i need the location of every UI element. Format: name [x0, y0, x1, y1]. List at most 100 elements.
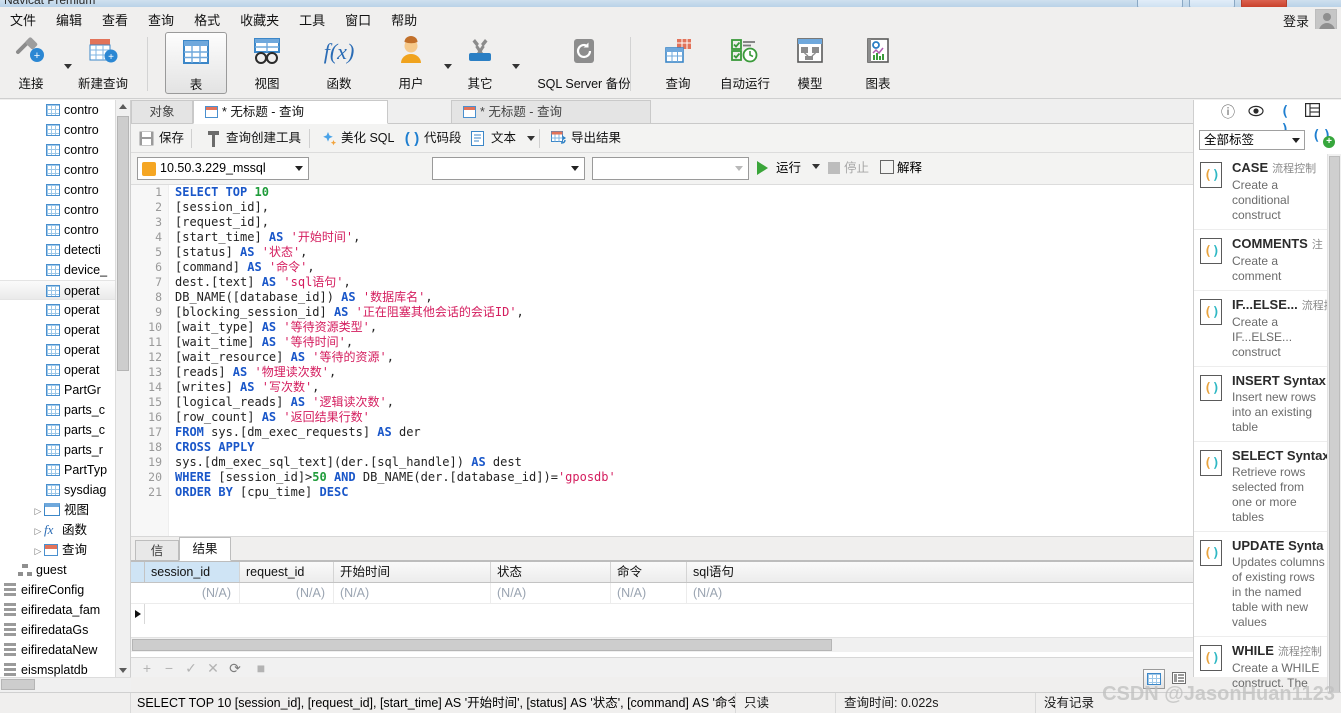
- explain-button[interactable]: 解释: [897, 160, 922, 177]
- code-line[interactable]: [status] AS '状态',: [175, 245, 1185, 260]
- column-header-命令[interactable]: 命令: [611, 562, 687, 582]
- connection-combo[interactable]: 10.50.3.229_mssql: [137, 157, 309, 180]
- close-button[interactable]: [1241, 0, 1287, 7]
- snippet-item-UPDATE Synta[interactable]: () UPDATE Synta Updates columns of existin…: [1194, 532, 1330, 637]
- tree-node-contro[interactable]: contro: [0, 180, 116, 200]
- code-line[interactable]: dest.[text] AS 'sql语句',: [175, 275, 1185, 290]
- column-header-sql语句[interactable]: sql语句: [687, 562, 1207, 582]
- toolbar-button-用户[interactable]: 用户: [382, 32, 440, 92]
- tree-node-查询[interactable]: ▷ 查询: [0, 540, 116, 560]
- query-toolbar-查询创建工具[interactable]: 查询创建工具: [206, 128, 306, 149]
- code-line[interactable]: DB_NAME([database_id]) AS '数据库名',: [175, 290, 1185, 305]
- cancel-change-button[interactable]: ✕: [205, 660, 221, 676]
- login-area[interactable]: 登录: [1283, 9, 1337, 31]
- tree-node-parts_c[interactable]: parts_c: [0, 400, 116, 420]
- tree-node-contro[interactable]: contro: [0, 200, 116, 220]
- snippet-item-SELECT Syntax[interactable]: () SELECT Syntax Retrieve rows selected fr…: [1194, 442, 1330, 532]
- snippet-filter-combo[interactable]: 全部标签: [1199, 130, 1305, 150]
- toolbar-dropdown-icon[interactable]: [444, 64, 452, 69]
- table-row[interactable]: (N/A) (N/A) (N/A) (N/A) (N/A) (N/A): [131, 583, 1207, 624]
- eye-icon[interactable]: [1247, 103, 1265, 121]
- column-header-状态[interactable]: 状态: [491, 562, 611, 582]
- code-line[interactable]: FROM sys.[dm_exec_requests] AS der: [175, 425, 1185, 440]
- expander-icon[interactable]: ▷: [32, 541, 44, 560]
- schema-dropdown-icon[interactable]: [730, 158, 748, 179]
- grid-hscroll-thumb[interactable]: [132, 639, 832, 651]
- apply-change-button[interactable]: ✓: [183, 660, 199, 676]
- info-icon[interactable]: ⓘ: [1219, 103, 1237, 121]
- expander-icon[interactable]: ▷: [32, 501, 44, 520]
- query-toolbar-导出结果[interactable]: 导出结果: [551, 128, 635, 149]
- delete-record-button[interactable]: −: [161, 660, 177, 676]
- code-line[interactable]: [wait_resource] AS '等待的资源',: [175, 350, 1185, 365]
- refresh-button[interactable]: ⟳: [227, 660, 243, 676]
- tree-node-PartTyp[interactable]: PartTyp: [0, 460, 116, 480]
- tab-query-1[interactable]: * 无标题 - 查询: [451, 100, 651, 124]
- add-record-button[interactable]: +: [139, 660, 155, 676]
- tree-node-PartGr[interactable]: PartGr: [0, 380, 116, 400]
- text-dropdown-icon[interactable]: [527, 136, 535, 141]
- tree-node-detecti[interactable]: detecti: [0, 240, 116, 260]
- code-line[interactable]: [row_count] AS '返回结果行数': [175, 410, 1185, 425]
- snippet-item-CASE[interactable]: () CASE 流程控制 Create a conditional construct: [1194, 154, 1330, 230]
- tree-node-视图[interactable]: ▷ 视图: [0, 500, 116, 520]
- code-line[interactable]: [command] AS '命令',: [175, 260, 1185, 275]
- code-line[interactable]: SELECT TOP 10: [175, 185, 1185, 200]
- tab-objects[interactable]: 对象: [131, 100, 193, 124]
- scroll-down-arrow-icon[interactable]: [119, 668, 127, 673]
- tree-node-parts_c[interactable]: parts_c: [0, 420, 116, 440]
- table-cell[interactable]: (N/A): [334, 583, 491, 603]
- code-line[interactable]: [reads] AS '物理读次数',: [175, 365, 1185, 380]
- explain-icon[interactable]: [880, 160, 894, 174]
- query-toolbar-代码段[interactable]: () 代码段: [403, 128, 464, 149]
- snippet-list[interactable]: () CASE 流程控制 Create a conditional construct…: [1194, 154, 1330, 713]
- code-line[interactable]: CROSS APPLY: [175, 440, 1185, 455]
- maximize-button[interactable]: [1189, 0, 1235, 7]
- grid-horizontal-scrollbar[interactable]: [131, 637, 1193, 652]
- tree-node-operat[interactable]: operat: [0, 360, 116, 380]
- table-cell[interactable]: (N/A): [145, 583, 240, 603]
- tree-node-eifiredata_fam[interactable]: eifiredata_fam: [0, 600, 116, 620]
- tree-node-contro[interactable]: contro: [0, 220, 116, 240]
- code-line[interactable]: ORDER BY [cpu_time] DESC: [175, 485, 1185, 500]
- snippet-scroll-thumb[interactable]: [1329, 156, 1340, 706]
- code-snippet-icon[interactable]: ( ): [1275, 103, 1293, 138]
- tree-node-eifireConfig[interactable]: eifireConfig: [0, 580, 116, 600]
- tree-node-sysdiag[interactable]: sysdiag: [0, 480, 116, 500]
- code-line[interactable]: [wait_type] AS '等待资源类型',: [175, 320, 1185, 335]
- toolbar-button-SQL Server 备份[interactable]: SQL Server 备份: [524, 32, 644, 92]
- table-cell[interactable]: (N/A): [611, 583, 687, 603]
- column-header-request_id[interactable]: request_id: [240, 562, 334, 582]
- tree-node-parts_r[interactable]: parts_r: [0, 440, 116, 460]
- tree-node-contro[interactable]: contro: [0, 120, 116, 140]
- add-snippet-icon[interactable]: ( ) +: [1312, 128, 1336, 150]
- toolbar-button-视图[interactable]: 视图: [238, 32, 296, 92]
- query-toolbar-保存[interactable]: 保存: [139, 128, 193, 149]
- result-tab-1[interactable]: 结果 1: [179, 537, 231, 579]
- query-toolbar-美化 SQL[interactable]: 美化 SQL: [321, 128, 397, 149]
- tree-node-operat[interactable]: operat: [0, 320, 116, 340]
- table-cell[interactable]: (N/A): [687, 583, 1207, 603]
- code-line[interactable]: WHERE [session_id]>50 AND DB_NAME(der.[d…: [175, 470, 1185, 485]
- snippet-filter-dropdown-icon[interactable]: [1287, 131, 1304, 149]
- code-line[interactable]: [start_time] AS '开始时间',: [175, 230, 1185, 245]
- tree-node-contro[interactable]: contro: [0, 100, 116, 120]
- run-play-icon[interactable]: [757, 161, 768, 175]
- toolbar-button-查询[interactable]: 查询: [650, 32, 706, 92]
- tree-vertical-scrollbar[interactable]: [115, 100, 130, 677]
- code-line[interactable]: [logical_reads] AS '逻辑读次数',: [175, 395, 1185, 410]
- tree-node-eismsplatdb[interactable]: eismsplatdb: [0, 660, 116, 677]
- tree-node-eifiredataNew[interactable]: eifiredataNew: [0, 640, 116, 660]
- code-line[interactable]: [request_id],: [175, 215, 1185, 230]
- code-line[interactable]: [session_id],: [175, 200, 1185, 215]
- snippet-item-COMMENTS[interactable]: () COMMENTS 注 Create a comment: [1194, 230, 1330, 291]
- scroll-up-arrow-icon[interactable]: [119, 104, 127, 109]
- toolbar-button-图表[interactable]: 图表: [850, 32, 906, 92]
- minimize-button[interactable]: [1137, 0, 1183, 7]
- toolbar-dropdown-icon[interactable]: [512, 64, 520, 69]
- toolbar-button-表[interactable]: 表: [165, 32, 227, 94]
- sql-code[interactable]: SELECT TOP 10 [session_id], [request_id],[…: [175, 185, 1185, 500]
- table-cell[interactable]: (N/A): [491, 583, 611, 603]
- toolbar-button-连接[interactable]: + 连接: [2, 32, 60, 92]
- expander-icon[interactable]: ▷: [32, 521, 44, 540]
